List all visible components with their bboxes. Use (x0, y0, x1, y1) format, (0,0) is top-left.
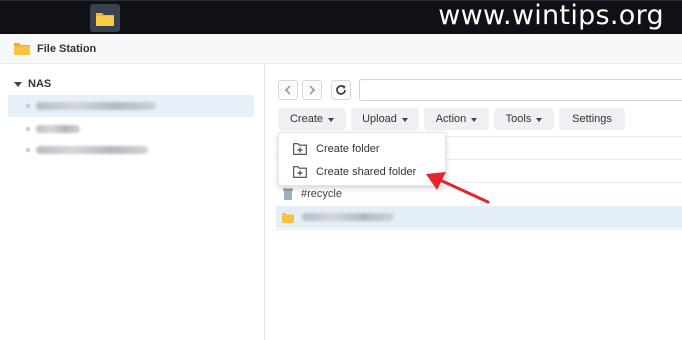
caret-down-icon (471, 117, 478, 122)
settings-button[interactable]: Settings (559, 108, 625, 130)
menu-item-label: Create folder (316, 143, 380, 155)
blurred-folder-name (36, 125, 80, 133)
file-row-recycle[interactable]: #recycle (276, 183, 682, 205)
file-station-taskbar-button[interactable] (90, 4, 120, 32)
menu-item-create-folder[interactable]: Create folder (279, 138, 445, 160)
file-name: #recycle (301, 188, 342, 200)
folder-icon (26, 148, 30, 152)
forward-button[interactable] (302, 80, 322, 100)
settings-label: Settings (572, 113, 612, 125)
caret-down-icon (536, 117, 543, 122)
tree-item-shared-folder[interactable] (8, 118, 254, 140)
blurred-folder-name (36, 146, 148, 154)
upload-label: Upload (362, 113, 397, 125)
blurred-folder-name (36, 102, 156, 110)
folder-icon (14, 43, 30, 55)
create-button[interactable]: Create (278, 108, 346, 130)
path-address-bar[interactable] (359, 79, 682, 101)
folder-icon (282, 212, 294, 223)
action-button[interactable]: Action (424, 108, 489, 130)
folder-icon (96, 12, 114, 26)
chevron-left-icon (284, 85, 291, 95)
file-list-pane: Create Upload Action Tools Settings #rec… (266, 64, 682, 340)
tools-button[interactable]: Tools (494, 108, 554, 130)
caret-down-icon (14, 81, 22, 87)
menu-item-create-shared-folder[interactable]: Create shared folder (279, 161, 445, 183)
caret-down-icon (401, 117, 408, 122)
create-label: Create (289, 113, 324, 125)
tree-root-nas[interactable]: NAS (14, 78, 51, 90)
watermark: www.wintips.org (438, 0, 664, 31)
action-label: Action (435, 113, 467, 125)
tools-label: Tools (505, 113, 532, 125)
tree-item-shared-folder[interactable] (8, 95, 254, 117)
back-button[interactable] (278, 80, 298, 100)
folder-plus-icon (293, 166, 307, 178)
file-row-shared-folder[interactable] (276, 206, 682, 228)
menu-item-label: Create shared folder (316, 166, 417, 178)
app-header: File Station (0, 34, 682, 64)
row-divider (276, 229, 682, 230)
taskbar: www.wintips.org (0, 0, 682, 340)
folder-icon (26, 104, 30, 108)
create-dropdown-menu: Create folder Create shared folder (278, 132, 446, 186)
tree-item-shared-folder[interactable] (8, 139, 254, 161)
app-title: File Station (37, 43, 97, 55)
blurred-folder-name (302, 213, 394, 221)
tree-root-label: NAS (28, 78, 52, 90)
refresh-icon (336, 85, 346, 95)
chevron-right-icon (309, 85, 316, 95)
folder-tree: NAS (0, 64, 265, 340)
folder-icon (26, 127, 30, 131)
upload-button[interactable]: Upload (351, 108, 419, 130)
refresh-button[interactable] (331, 80, 351, 100)
caret-down-icon (328, 117, 335, 122)
trash-icon (283, 188, 293, 200)
folder-plus-icon (293, 143, 307, 155)
